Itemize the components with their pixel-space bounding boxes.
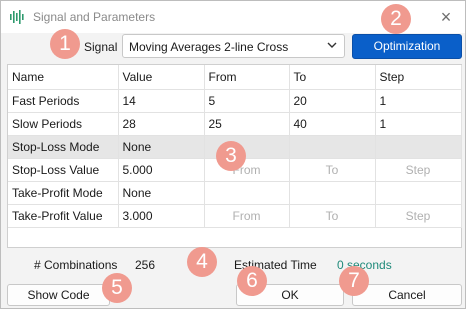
param-to-cell bbox=[289, 135, 376, 159]
param-to-cell[interactable]: 20 bbox=[289, 89, 376, 113]
combinations-value: 256 bbox=[135, 258, 156, 272]
param-name-cell: Slow Periods bbox=[8, 112, 119, 136]
param-value-cell[interactable]: 28 bbox=[118, 112, 205, 136]
param-to-cell bbox=[289, 181, 376, 205]
param-value-cell[interactable]: 14 bbox=[118, 89, 205, 113]
param-step-cell bbox=[375, 135, 462, 159]
param-to-cell[interactable]: To bbox=[289, 158, 376, 182]
param-to-cell[interactable]: To bbox=[289, 204, 376, 228]
param-name-cell: Stop-Loss Value bbox=[8, 158, 119, 182]
close-icon[interactable]: × bbox=[435, 6, 457, 28]
param-from-cell[interactable]: 25 bbox=[204, 112, 290, 136]
param-value-cell[interactable]: None bbox=[118, 135, 205, 159]
annotation-badge-3: 3 bbox=[216, 141, 246, 171]
annotation-badge-2: 2 bbox=[381, 4, 411, 34]
param-from-cell[interactable]: 5 bbox=[204, 89, 290, 113]
show-code-button[interactable]: Show Code bbox=[7, 284, 110, 306]
param-from-cell bbox=[204, 181, 290, 205]
param-step-cell[interactable]: Step bbox=[375, 158, 462, 182]
param-step-cell bbox=[375, 181, 462, 205]
signal-parameters-dialog: Signal and Parameters × Signal Moving Av… bbox=[0, 0, 466, 309]
param-from-cell[interactable]: From bbox=[204, 204, 290, 228]
annotation-badge-4: 4 bbox=[187, 247, 217, 277]
signal-waveform-icon bbox=[10, 10, 24, 24]
param-value-cell[interactable]: 3.000 bbox=[118, 204, 205, 228]
optimization-button[interactable]: Optimization bbox=[352, 34, 462, 59]
column-header-value[interactable]: Value bbox=[118, 65, 205, 90]
signal-selected-value: Moving Averages 2-line Cross bbox=[129, 40, 289, 54]
param-name-cell: Take-Profit Mode bbox=[8, 181, 119, 205]
column-header-step[interactable]: Step bbox=[375, 65, 462, 90]
annotation-badge-7: 7 bbox=[339, 266, 369, 296]
annotation-badge-5: 5 bbox=[102, 273, 132, 303]
column-header-to[interactable]: To bbox=[289, 65, 376, 90]
window-title: Signal and Parameters bbox=[33, 10, 156, 24]
column-header-name[interactable]: Name bbox=[8, 65, 119, 90]
param-value-cell[interactable]: 5.000 bbox=[118, 158, 205, 182]
param-step-cell[interactable]: 1 bbox=[375, 89, 462, 113]
param-step-cell[interactable]: 1 bbox=[375, 112, 462, 136]
column-header-from[interactable]: From bbox=[204, 65, 290, 90]
param-value-cell[interactable]: None bbox=[118, 181, 205, 205]
table-row: Take-Profit Mode None bbox=[8, 181, 462, 205]
param-step-cell[interactable]: Step bbox=[375, 204, 462, 228]
table-row: Slow Periods 28 25 40 1 bbox=[8, 112, 462, 136]
param-to-cell[interactable]: 40 bbox=[289, 112, 376, 136]
signal-dropdown[interactable]: Moving Averages 2-line Cross bbox=[122, 34, 345, 58]
annotation-badge-6: 6 bbox=[237, 266, 267, 296]
param-name-cell: Stop-Loss Mode bbox=[8, 135, 119, 159]
annotation-badge-1: 1 bbox=[50, 29, 80, 59]
signal-label: Signal bbox=[84, 40, 118, 54]
param-name-cell: Fast Periods bbox=[8, 89, 119, 113]
table-header-row: Name Value From To Step bbox=[8, 65, 462, 90]
chevron-down-icon bbox=[327, 42, 337, 48]
table-row: Fast Periods 14 5 20 1 bbox=[8, 89, 462, 113]
cancel-button[interactable]: Cancel bbox=[352, 284, 462, 306]
table-row: Take-Profit Value 3.000 From To Step bbox=[8, 204, 462, 228]
combinations-label: # Combinations bbox=[34, 258, 118, 272]
param-name-cell: Take-Profit Value bbox=[8, 204, 119, 228]
